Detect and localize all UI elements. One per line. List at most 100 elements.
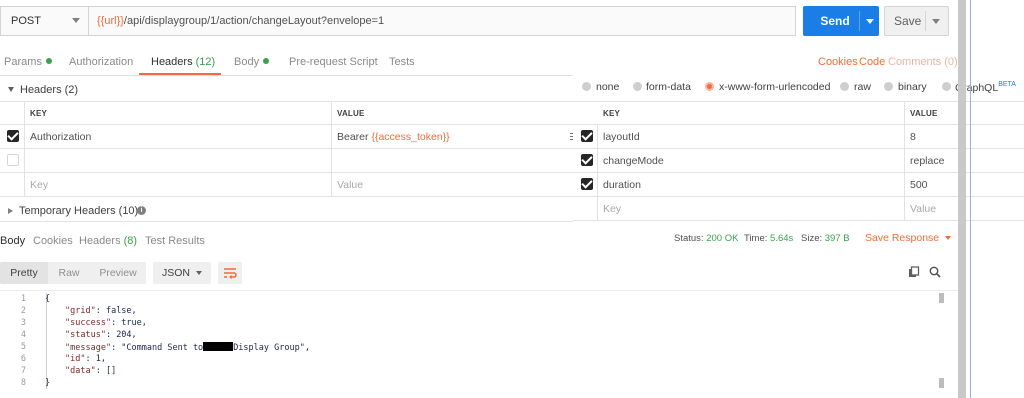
radio-x-www-form-urlencoded[interactable] xyxy=(705,82,714,91)
tab-label: Params xyxy=(4,56,42,68)
cookies-link[interactable]: Cookies xyxy=(818,56,858,68)
tab-headers[interactable]: Headers (12) xyxy=(151,56,215,68)
json-value: : "Command Sent to xyxy=(111,343,204,353)
radio-graphql[interactable] xyxy=(942,82,951,91)
view-raw[interactable]: Raw xyxy=(48,262,90,284)
json-key: "message" xyxy=(65,343,112,353)
tab-label: Body xyxy=(234,56,260,68)
body-value-cell[interactable]: 8 xyxy=(910,131,916,143)
format-select[interactable]: JSON xyxy=(153,262,211,284)
window-edge xyxy=(970,0,971,398)
url-input[interactable]: {{url}}/api/displaygroup/1/action/change… xyxy=(97,7,384,35)
body-value-cell[interactable]: 500 xyxy=(910,179,928,191)
radio-none[interactable] xyxy=(582,82,591,91)
code-line: } xyxy=(45,378,51,388)
body-key-cell[interactable]: duration xyxy=(603,179,641,191)
wrap-icon xyxy=(224,268,237,279)
new-body-key-input[interactable]: Key xyxy=(603,203,621,215)
json-key: "success" xyxy=(65,318,112,328)
chevron-down-icon xyxy=(196,271,202,275)
new-header-key-input[interactable]: Key xyxy=(30,179,48,191)
tab-body[interactable]: Body xyxy=(234,56,270,68)
line-number: 1 xyxy=(20,294,26,304)
comments-link[interactable]: Comments (0) xyxy=(888,56,958,68)
response-tab-test-results[interactable]: Test Results xyxy=(145,235,205,247)
radio-binary[interactable] xyxy=(884,82,893,91)
view-preview[interactable]: Preview xyxy=(90,262,146,284)
save-divider xyxy=(925,11,926,31)
scrollbar-thumb[interactable] xyxy=(939,293,944,303)
chevron-down-icon xyxy=(72,18,80,23)
tab-label: Authorization xyxy=(69,56,134,68)
code-line: "message": "Command Sent to Display Group… xyxy=(65,342,310,353)
tab-pre-request-script[interactable]: Pre-request Script xyxy=(289,56,378,68)
response-size: Size: 397 B xyxy=(801,233,850,244)
tab-label: Headers xyxy=(151,56,193,68)
code-line: { xyxy=(45,294,51,304)
view-pretty[interactable]: Pretty xyxy=(0,262,48,284)
body-value-cell[interactable]: replace xyxy=(910,155,944,167)
code-line: "grid": false, xyxy=(65,306,137,316)
divider xyxy=(0,148,575,149)
line-number: 6 xyxy=(20,354,26,364)
save-label: Save xyxy=(894,14,922,28)
chevron-down-icon[interactable] xyxy=(932,19,940,24)
caret-right-icon xyxy=(8,208,13,214)
request-url-bar: POST {{url}}/api/displaygroup/1/action/c… xyxy=(0,6,796,36)
body-row-checkbox[interactable] xyxy=(581,178,593,190)
status-dot xyxy=(45,58,52,64)
window-scrollbar[interactable] xyxy=(958,0,966,398)
body-column-header-key: KEY xyxy=(603,109,621,118)
new-body-value-input[interactable]: Value xyxy=(910,203,936,215)
json-key: "status" xyxy=(65,330,106,340)
tab-count: (8) xyxy=(123,235,138,247)
body-key-cell[interactable]: changeMode xyxy=(603,155,664,167)
beta-badge: BETA xyxy=(998,81,1016,88)
tab-params[interactable]: Params xyxy=(4,56,52,68)
scrollbar-thumb[interactable] xyxy=(939,378,944,388)
headers-section-toggle[interactable]: Headers (2) xyxy=(8,84,78,96)
save-button[interactable]: Save xyxy=(884,6,949,36)
tab-tests[interactable]: Tests xyxy=(389,56,415,68)
tab-label: Headers xyxy=(79,235,121,247)
send-button[interactable]: Send xyxy=(803,6,879,36)
divider xyxy=(0,290,958,291)
column-header-key: KEY xyxy=(30,109,48,118)
code-line: "id": 1, xyxy=(65,354,106,364)
response-time: Time: 5.64s xyxy=(744,233,793,244)
header-row-checkbox[interactable] xyxy=(7,154,19,166)
header-key-cell[interactable]: Authorization xyxy=(30,131,91,143)
radio-label-x-www-form-urlencoded: x-www-form-urlencoded xyxy=(719,81,831,93)
divider xyxy=(573,148,1024,149)
divider xyxy=(573,101,1024,102)
response-tab-body[interactable]: Body xyxy=(0,235,25,247)
chevron-down-icon xyxy=(945,236,952,240)
response-tab-headers[interactable]: Headers (8) xyxy=(79,235,137,247)
json-value: : 204, xyxy=(105,330,137,340)
header-row-checkbox[interactable] xyxy=(7,130,19,142)
body-row-checkbox[interactable] xyxy=(581,154,593,166)
radio-raw[interactable] xyxy=(840,82,849,91)
code-link[interactable]: Code xyxy=(859,56,885,68)
body-key-cell[interactable]: layoutId xyxy=(603,131,640,143)
save-response-dropdown[interactable]: Save Response xyxy=(865,232,952,244)
method-select[interactable]: POST xyxy=(1,7,89,35)
tab-authorization[interactable]: Authorization xyxy=(69,56,133,68)
wrap-lines-button[interactable] xyxy=(218,262,242,284)
status-value: 200 OK xyxy=(706,233,739,244)
chevron-down-icon[interactable] xyxy=(866,19,874,24)
body-row-checkbox[interactable] xyxy=(581,130,593,142)
copy-icon[interactable] xyxy=(908,266,920,278)
info-icon[interactable]: i xyxy=(137,206,146,215)
temporary-headers-toggle[interactable]: Temporary Headers (10) xyxy=(8,205,138,217)
headers-section-title: Headers (2) xyxy=(20,84,79,96)
time-label: Time: xyxy=(744,233,768,244)
response-tab-cookies[interactable]: Cookies xyxy=(33,235,73,247)
search-icon[interactable] xyxy=(929,266,941,278)
header-value-cell[interactable]: Bearer {{access_token}} xyxy=(337,131,450,143)
new-header-value-input[interactable]: Value xyxy=(337,179,363,191)
view-mode-group: Pretty Raw Preview xyxy=(0,262,146,284)
radio-form-data[interactable] xyxy=(633,82,642,91)
json-value: : [] xyxy=(95,366,117,376)
json-value: : false, xyxy=(95,306,137,316)
